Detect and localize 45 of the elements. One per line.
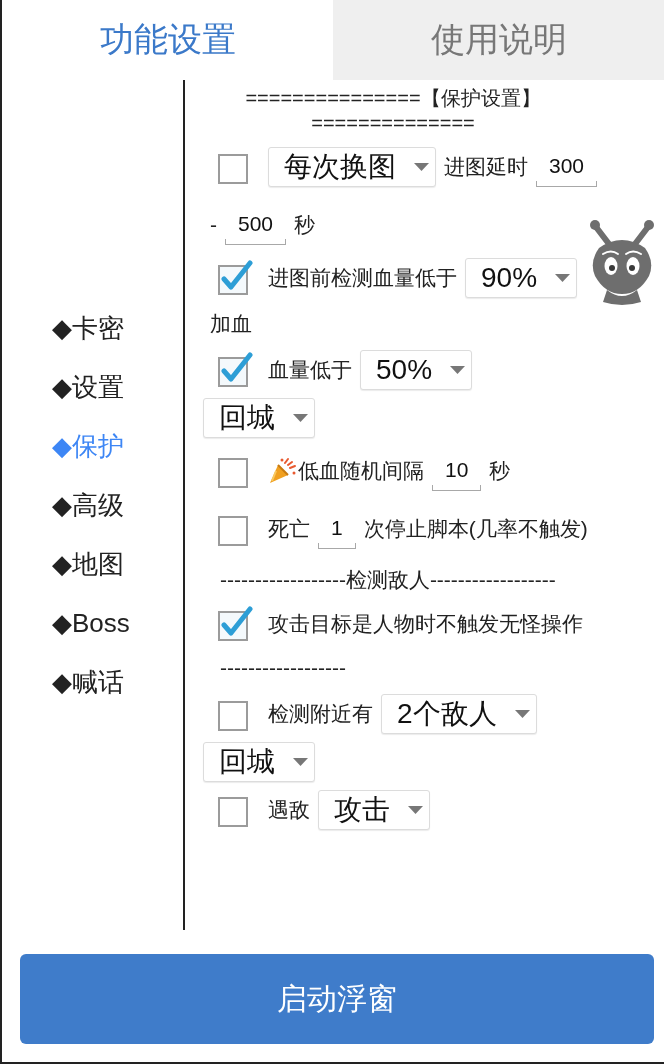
caret-icon bbox=[408, 806, 423, 814]
option-label: 检测附近有 bbox=[268, 701, 373, 727]
section-divider-text: ------------------ bbox=[220, 656, 346, 680]
option-label: 低血随机间隔 bbox=[298, 458, 424, 484]
dropdown[interactable]: 回城 bbox=[203, 742, 315, 782]
dropdown[interactable]: 每次换图 bbox=[268, 147, 436, 187]
caret-icon bbox=[293, 414, 308, 422]
option-label: 遇敌 bbox=[268, 797, 310, 823]
sidebar-item[interactable]: ◆保护 bbox=[52, 416, 124, 476]
caret-icon bbox=[450, 366, 466, 374]
tab[interactable]: 使用说明 bbox=[333, 0, 664, 80]
option-label: 死亡 bbox=[268, 516, 310, 542]
option-label: 秒 bbox=[294, 212, 316, 238]
option-label: 进图延时 bbox=[444, 154, 528, 180]
option-label: 血量低于 bbox=[268, 357, 352, 383]
option-label: 攻击目标是人物时不触发无怪操作 bbox=[268, 611, 583, 637]
option-label: 进图前检测血量低于 bbox=[268, 265, 457, 291]
dropdown[interactable]: 2个敌人 bbox=[381, 694, 537, 734]
option-label: 次停止脚本(几率不触发) bbox=[363, 516, 588, 542]
checkbox[interactable] bbox=[217, 260, 253, 296]
sidebar-item[interactable]: ◆地图 bbox=[52, 534, 124, 594]
sidebar-item[interactable]: ◆Boss bbox=[52, 593, 130, 653]
option-label: 秒 bbox=[489, 458, 511, 484]
dropdown[interactable]: 回城 bbox=[203, 398, 315, 438]
party-horn-icon bbox=[268, 457, 296, 485]
sidebar-item[interactable]: ◆喊话 bbox=[52, 652, 124, 712]
start-button[interactable]: 启动浮窗 bbox=[20, 954, 654, 1044]
section-divider-text: ------------------检测敌人------------------ bbox=[220, 567, 556, 593]
dropdown[interactable]: 90% bbox=[465, 258, 578, 298]
sidebar-item[interactable]: ◆设置 bbox=[52, 357, 124, 417]
caret-icon bbox=[414, 163, 429, 171]
caret-icon bbox=[555, 274, 571, 282]
option-label: - bbox=[210, 213, 217, 237]
sidebar-item[interactable]: ◆卡密 bbox=[52, 298, 124, 358]
sidebar-item[interactable]: ◆高级 bbox=[52, 475, 124, 535]
option-label: 加血 bbox=[210, 311, 252, 337]
ant-mascot-icon[interactable] bbox=[589, 218, 655, 306]
dropdown[interactable]: 50% bbox=[360, 350, 473, 390]
caret-icon bbox=[514, 710, 530, 718]
checkbox[interactable] bbox=[217, 352, 253, 388]
caret-icon bbox=[293, 758, 308, 766]
checkbox[interactable] bbox=[217, 606, 253, 642]
section-title: ============== bbox=[311, 111, 475, 136]
dropdown[interactable]: 攻击 bbox=[318, 790, 430, 830]
section-title: ===============【保护设置】 bbox=[245, 86, 541, 111]
